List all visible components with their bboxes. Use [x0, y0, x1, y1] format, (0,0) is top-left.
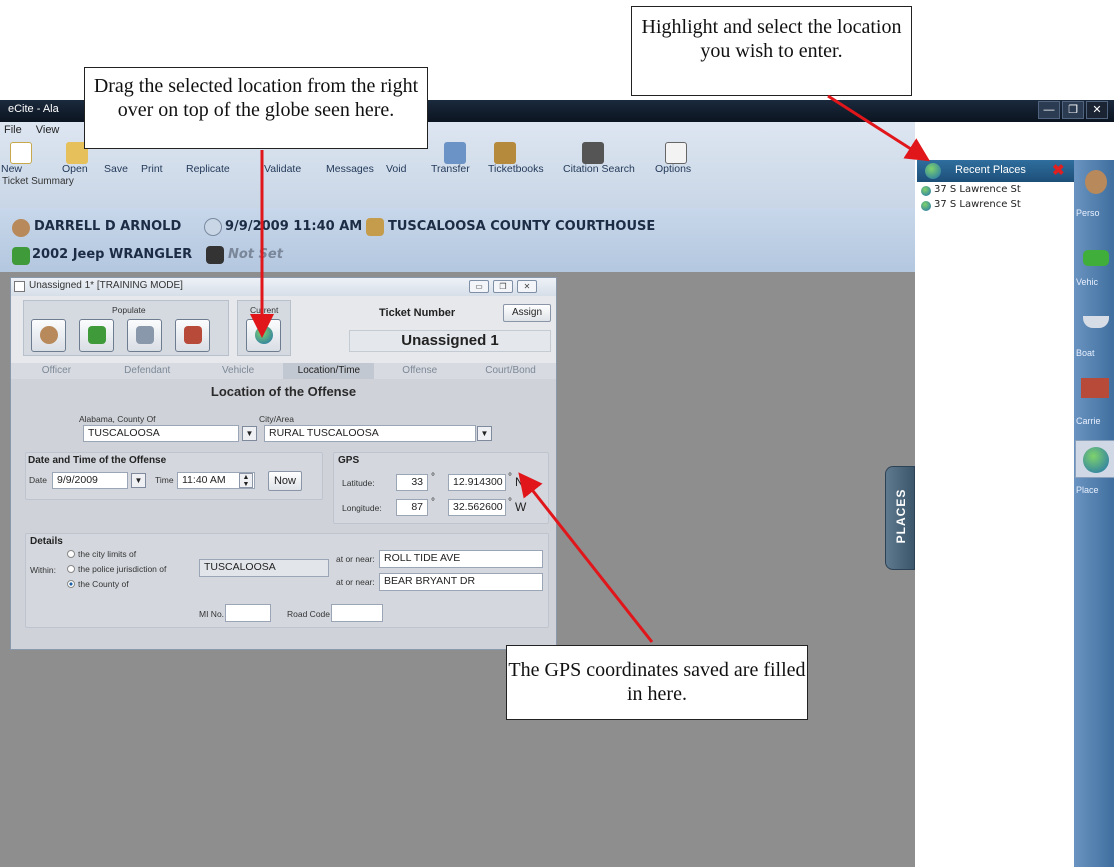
- arrow-to-gps: [518, 472, 654, 643]
- annotation-arrows: [250, 94, 931, 643]
- arrow-to-recent-places: [827, 94, 931, 162]
